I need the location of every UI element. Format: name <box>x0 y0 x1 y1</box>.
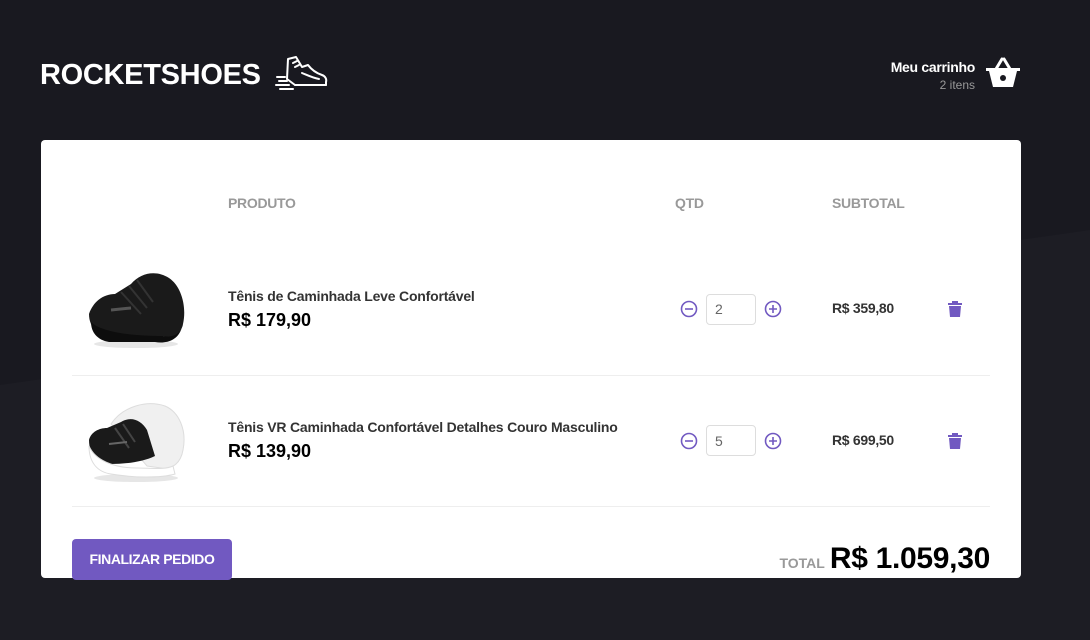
subtotal-value: R$ 699,50 <box>832 431 894 448</box>
product-image-cell <box>72 244 215 376</box>
logo-link[interactable]: ROCKETSHOES <box>40 53 329 98</box>
quantity-input[interactable] <box>706 293 756 325</box>
finish-order-button[interactable]: FINALIZAR PEDIDO <box>72 538 232 580</box>
quantity-stepper <box>680 293 818 325</box>
cart-footer: FINALIZAR PEDIDO TOTAL R$ 1.059,30 <box>72 538 990 580</box>
cart-panel: PRODUTO QTD SUBTOTAL Tênis de Caminhada … <box>41 140 1021 580</box>
plus-circle-icon <box>764 300 782 318</box>
increment-button[interactable] <box>764 300 782 318</box>
product-table: PRODUTO QTD SUBTOTAL Tênis de Caminhada … <box>72 140 990 507</box>
shopping-basket-icon <box>985 57 1021 94</box>
table-row: Tênis VR Caminhada Confortável Detalhes … <box>72 375 990 507</box>
header-subtotal: SUBTOTAL <box>818 140 922 244</box>
subtotal-cell: R$ 359,80 <box>818 244 922 376</box>
header-qty: QTD <box>661 140 818 244</box>
subtotal-value: R$ 359,80 <box>832 300 894 317</box>
product-image <box>88 402 185 482</box>
cart-info: Meu carrinho 2 itens <box>890 58 976 92</box>
product-price: R$ 139,90 <box>228 441 312 461</box>
decrement-button[interactable] <box>680 300 698 318</box>
running-shoe-icon <box>274 53 329 98</box>
product-info-cell: Tênis VR Caminhada Confortável Detalhes … <box>215 375 661 507</box>
header-product-label: PRODUTO <box>228 195 296 211</box>
product-name: Tênis VR Caminhada Confortável Detalhes … <box>228 419 618 435</box>
delete-cell <box>922 375 990 507</box>
plus-circle-icon <box>764 432 782 449</box>
total-value: R$ 1.059,30 <box>829 542 990 575</box>
table-row: Tênis de Caminhada Leve Confortável R$ 1… <box>72 244 990 376</box>
header: ROCKETSHOES Meu carrinho 2 itens <box>40 40 1021 110</box>
delete-cell <box>922 244 990 376</box>
cart-count: 2 itens <box>939 77 975 92</box>
cart-link[interactable]: Meu carrinho 2 itens <box>891 57 1021 94</box>
minus-circle-icon <box>680 432 698 449</box>
header-product: PRODUTO <box>215 140 661 244</box>
quantity-stepper <box>680 425 818 456</box>
header-image-col <box>72 140 215 244</box>
trash-icon <box>948 301 962 318</box>
increment-button[interactable] <box>764 432 782 450</box>
decrement-button[interactable] <box>680 432 698 450</box>
product-name: Tênis de Caminhada Leve Confortável <box>228 287 475 304</box>
header-delete-col <box>922 140 990 244</box>
total: TOTAL R$ 1.059,30 <box>779 542 990 576</box>
quantity-cell <box>661 375 818 507</box>
product-info-cell: Tênis de Caminhada Leve Confortável R$ 1… <box>215 244 661 376</box>
total-label: TOTAL <box>779 555 825 571</box>
delete-button[interactable] <box>947 432 963 450</box>
product-image-cell <box>72 375 215 507</box>
subtotal-cell: R$ 699,50 <box>818 375 922 507</box>
table-header-row: PRODUTO QTD SUBTOTAL <box>72 140 990 244</box>
header-qty-label: QTD <box>675 195 704 211</box>
delete-button[interactable] <box>947 300 963 318</box>
quantity-input[interactable] <box>706 425 756 456</box>
cart-title: Meu carrinho <box>890 58 976 75</box>
header-subtotal-label: SUBTOTAL <box>832 195 905 211</box>
quantity-cell <box>661 244 818 376</box>
product-price: R$ 179,90 <box>228 309 312 330</box>
product-image <box>89 273 185 349</box>
minus-circle-icon <box>680 300 698 318</box>
trash-icon <box>948 432 962 449</box>
logo-text: ROCKETSHOES <box>40 58 261 91</box>
